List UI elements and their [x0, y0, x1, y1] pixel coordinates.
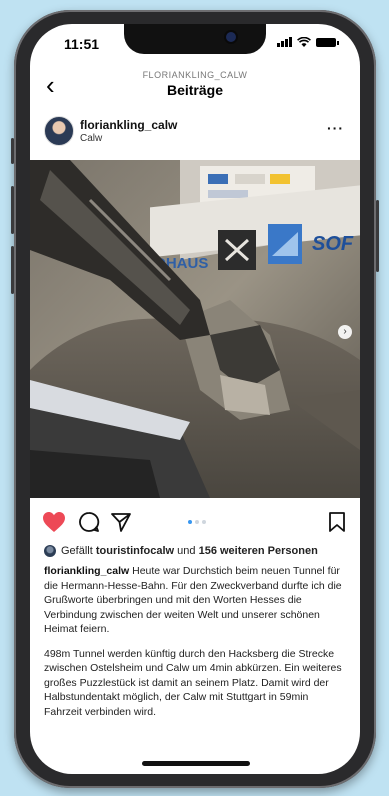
- caption-paragraph-2: 498m Tunnel werden künftig durch den Hac…: [44, 647, 342, 718]
- post-username[interactable]: floriankling_calw: [80, 118, 177, 132]
- likes-summary[interactable]: Gefällt touristinfocalw und 156 weiteren…: [44, 545, 350, 557]
- share-icon[interactable]: [110, 511, 132, 533]
- nav-subtitle: FLORIANKLING_CALW: [142, 70, 248, 80]
- likes-prefix: Gefällt: [61, 545, 93, 557]
- carousel-dots: [188, 520, 206, 524]
- post-header: floriankling_calw Calw ···: [30, 112, 360, 152]
- tunnel-photo-image: DHAUS SOF: [30, 160, 360, 498]
- post-photo[interactable]: DHAUS SOF ›: [30, 160, 360, 498]
- home-indicator[interactable]: [142, 761, 250, 766]
- mute-switch: [11, 138, 14, 164]
- carousel-dot: [195, 520, 199, 524]
- page-title: Beiträge: [166, 82, 224, 98]
- avatar[interactable]: [44, 116, 74, 146]
- comment-icon[interactable]: [78, 511, 100, 533]
- likes-joiner: und: [177, 545, 196, 557]
- heart-icon[interactable]: [42, 511, 66, 533]
- volume-up-button: [11, 186, 14, 234]
- likes-user[interactable]: touristinfocalw: [96, 545, 174, 557]
- more-options-icon[interactable]: ···: [327, 120, 344, 136]
- post-caption: floriankling_calw Heute war Durchstich b…: [44, 564, 348, 729]
- carousel-dot-active: [188, 520, 192, 524]
- notch: [124, 24, 266, 54]
- status-time: 11:51: [64, 36, 100, 52]
- battery-icon: [316, 38, 339, 47]
- bookmark-icon[interactable]: [328, 511, 346, 533]
- caption-author[interactable]: floriankling_calw: [44, 565, 129, 577]
- banner-text-right: SOF: [312, 233, 354, 255]
- cellular-signal-icon: [277, 37, 292, 47]
- carousel-dot: [202, 520, 206, 524]
- phone-frame: 11:51 ‹ FLORIANKLING_CALW Beiträge flori…: [11, 10, 379, 788]
- volume-down-button: [11, 246, 14, 294]
- action-bar: [30, 509, 360, 539]
- post-location[interactable]: Calw: [80, 133, 102, 144]
- carousel-next-button[interactable]: ›: [338, 325, 352, 339]
- likes-others[interactable]: 156 weiteren Personen: [199, 545, 318, 557]
- wifi-icon: [297, 37, 311, 47]
- nav-header: ‹ FLORIANKLING_CALW Beiträge: [30, 64, 360, 106]
- camera-icon: [226, 32, 236, 42]
- liker-avatar: [44, 545, 56, 557]
- phone-screen: 11:51 ‹ FLORIANKLING_CALW Beiträge flori…: [30, 24, 360, 774]
- power-button: [376, 200, 379, 272]
